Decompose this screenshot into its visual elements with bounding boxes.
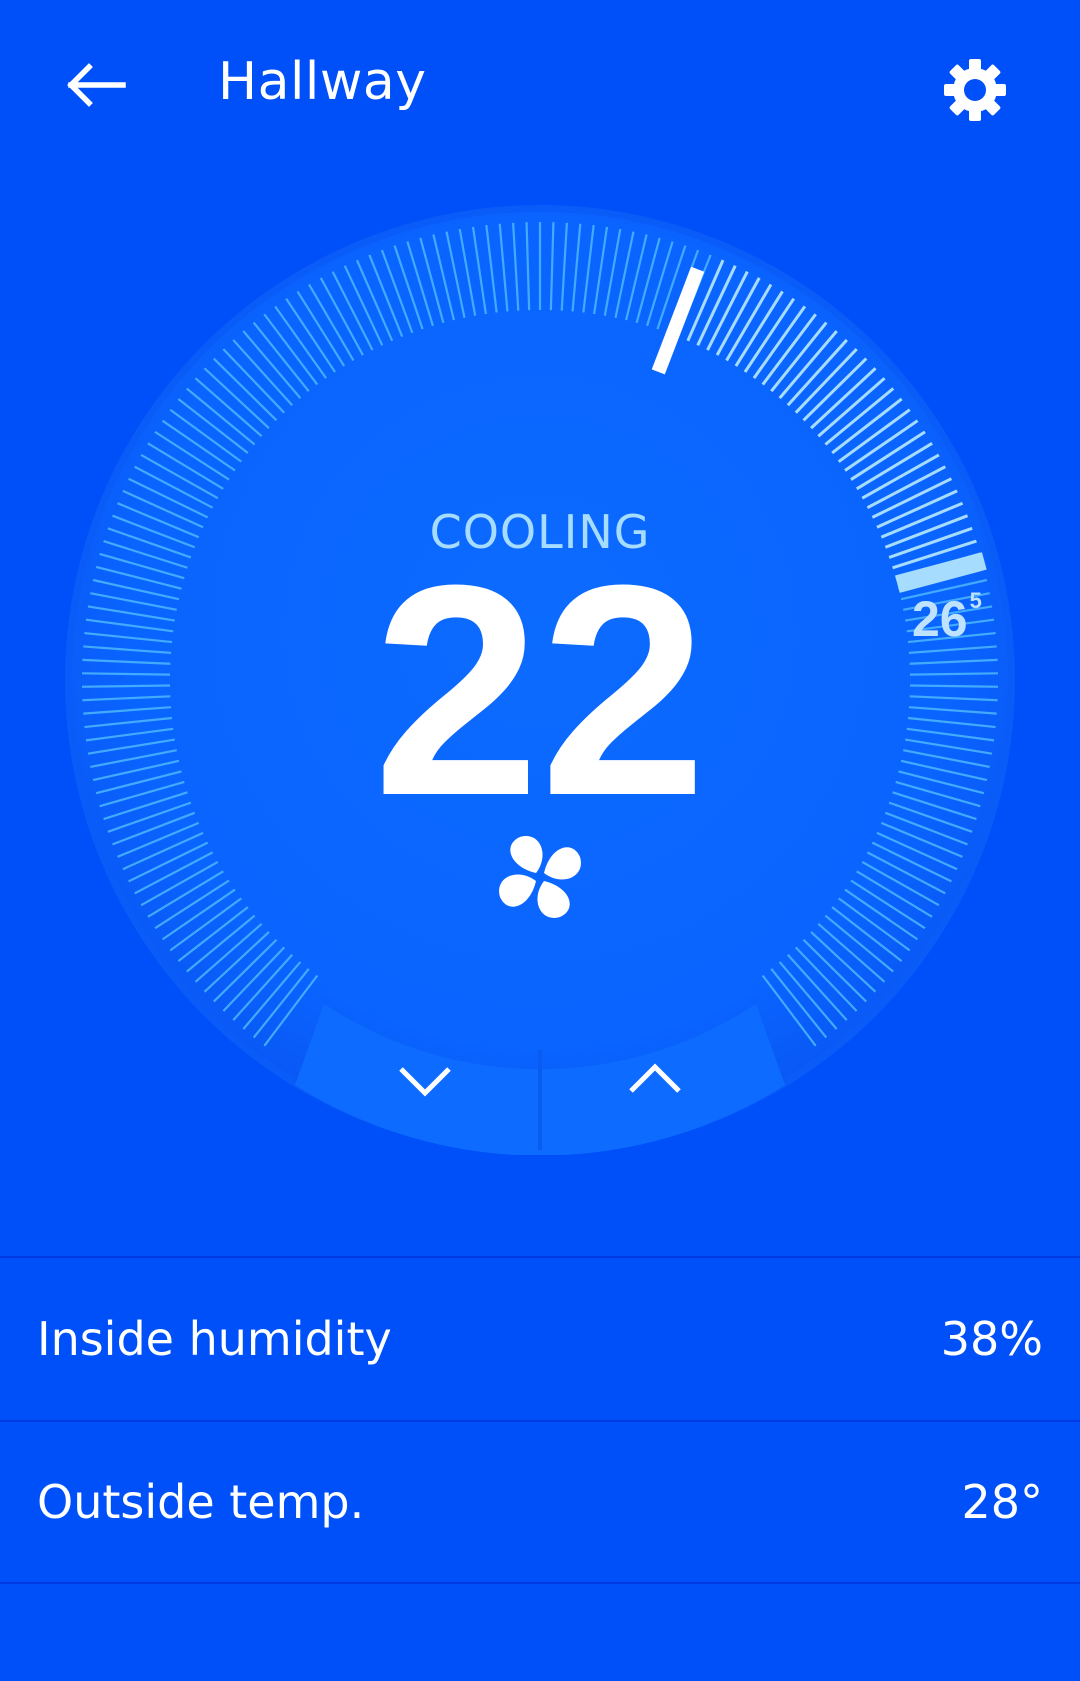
- outside-temp-label: Outside temp.: [37, 1475, 365, 1529]
- chevron-up-icon: [629, 1063, 681, 1093]
- current-temperature: 22: [373, 522, 707, 858]
- info-row-outside-temp: Outside temp. 28°: [0, 1420, 1080, 1584]
- back-button[interactable]: [55, 50, 135, 120]
- chevron-down-icon: [399, 1067, 451, 1097]
- increase-temp-button[interactable]: [605, 1040, 705, 1120]
- info-row-humidity: Inside humidity 38%: [0, 1256, 1080, 1420]
- gear-icon: [944, 59, 1006, 121]
- header: Hallway: [0, 0, 1080, 175]
- arrow-left-icon: [67, 63, 126, 107]
- humidity-label: Inside humidity: [37, 1312, 392, 1366]
- fan-button[interactable]: [495, 832, 585, 922]
- outside-temp-value: 28°: [961, 1475, 1043, 1529]
- thermostat-screen: Hallway COOLING 22 265 Inside humidity 3…: [0, 0, 1080, 1681]
- target-temp-fraction: 5: [969, 588, 982, 613]
- target-temperature: 265: [912, 588, 982, 648]
- decrease-temp-button[interactable]: [375, 1040, 475, 1120]
- page-title: Hallway: [218, 52, 427, 112]
- target-temp-whole: 26: [912, 591, 968, 647]
- fan-icon: [499, 836, 581, 918]
- info-list: Inside humidity 38% Outside temp. 28°: [0, 1256, 1080, 1584]
- humidity-value: 38%: [940, 1312, 1043, 1366]
- settings-button[interactable]: [935, 50, 1015, 130]
